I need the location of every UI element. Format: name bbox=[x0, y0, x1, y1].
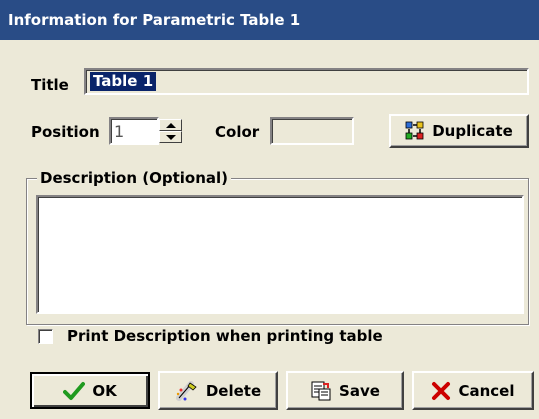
position-label: Position bbox=[31, 123, 100, 141]
spin-down-button[interactable] bbox=[159, 131, 182, 143]
delete-label: Delete bbox=[205, 381, 262, 400]
duplicate-label: Duplicate bbox=[432, 122, 513, 140]
save-button[interactable]: Save bbox=[286, 371, 404, 410]
position-input-value: 1 bbox=[114, 121, 125, 141]
cancel-label: Cancel bbox=[458, 381, 515, 400]
color-label: Color bbox=[215, 123, 260, 141]
delete-button[interactable]: Delete bbox=[158, 371, 278, 410]
ok-button[interactable]: OK bbox=[30, 372, 150, 409]
color-swatch[interactable] bbox=[270, 117, 354, 145]
spin-up-icon bbox=[165, 122, 176, 128]
position-spinner[interactable] bbox=[159, 119, 182, 143]
cancel-x-icon bbox=[431, 381, 451, 401]
window-titlebar: Information for Parametric Table 1 bbox=[0, 0, 539, 40]
print-description-label: Print Description when printing table bbox=[67, 327, 383, 345]
duplicate-icon bbox=[405, 121, 425, 141]
title-input[interactable]: Table 1 bbox=[84, 68, 529, 95]
save-icon bbox=[310, 380, 332, 402]
title-label: Title bbox=[31, 76, 69, 94]
window-title: Information for Parametric Table 1 bbox=[8, 11, 301, 29]
check-icon bbox=[63, 381, 86, 401]
ok-label: OK bbox=[92, 381, 117, 400]
delete-icon bbox=[175, 380, 199, 402]
spin-down-icon bbox=[165, 134, 176, 140]
parametric-table-dialog: Title Table 1 Position 1 Color Duplicate… bbox=[0, 40, 539, 419]
spin-up-button[interactable] bbox=[159, 119, 182, 131]
print-description-checkbox[interactable] bbox=[38, 329, 53, 344]
cancel-button[interactable]: Cancel bbox=[412, 371, 534, 410]
description-label: Description (Optional) bbox=[37, 168, 231, 188]
description-textarea[interactable] bbox=[36, 195, 524, 314]
title-input-value: Table 1 bbox=[90, 72, 157, 91]
save-label: Save bbox=[339, 381, 380, 400]
duplicate-button[interactable]: Duplicate bbox=[389, 114, 529, 148]
position-input[interactable]: 1 bbox=[109, 117, 159, 145]
